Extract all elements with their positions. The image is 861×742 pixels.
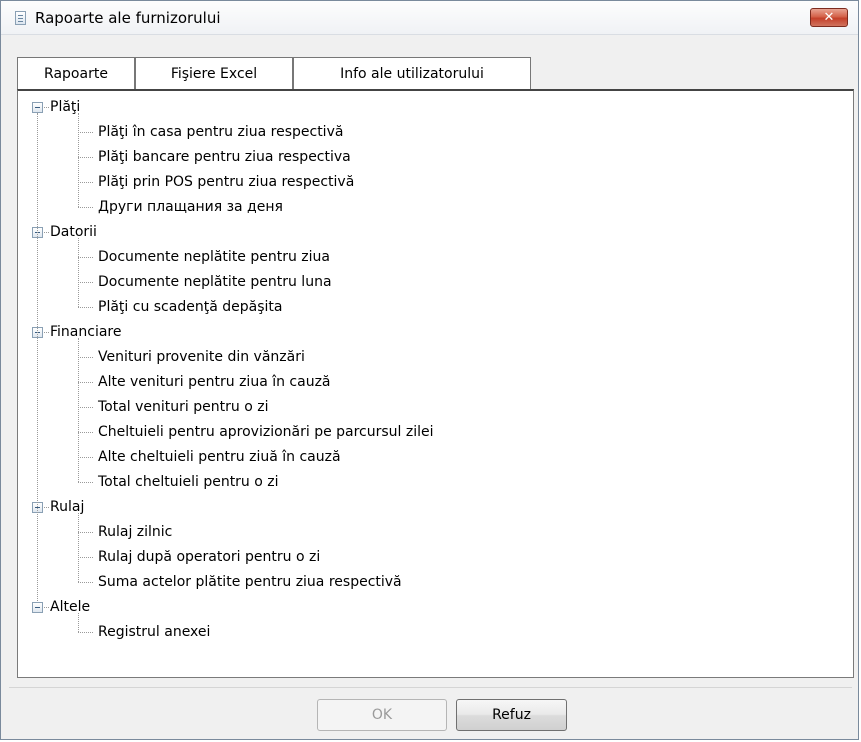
tree-group-datorii[interactable]: Datorii (50, 222, 97, 242)
tree-connector (78, 338, 79, 482)
tree-connector (78, 382, 93, 383)
tree-connector (78, 407, 93, 408)
tree-group-altele[interactable]: Altele (50, 597, 90, 617)
tree-report-item[interactable]: Rulaj după operatori pentru o zi (98, 547, 320, 567)
tree-report-item[interactable]: Documente neplătite pentru ziua (98, 247, 330, 267)
tree-connector (78, 132, 93, 133)
tree-report-item[interactable]: Plăţi bancare pentru ziua respectiva (98, 147, 351, 167)
tree-report-item[interactable]: Други плащания за деня (98, 197, 283, 217)
close-button[interactable]: ✕ (810, 8, 848, 27)
tree-connector (78, 457, 93, 458)
tree-connector (78, 632, 93, 633)
tab-rapoarte[interactable]: Rapoarte (17, 57, 135, 89)
tree-connector (78, 482, 93, 483)
tree-connector (78, 613, 79, 632)
close-icon: ✕ (823, 10, 835, 25)
tree-connector (78, 207, 93, 208)
tree-connector (44, 507, 49, 508)
tab-user-info[interactable]: Info ale utilizatorului (293, 57, 531, 89)
tree-connector (78, 532, 93, 533)
tree-connector (78, 113, 79, 207)
tree-group-financiare[interactable]: Financiare (50, 322, 121, 342)
tree-report-item[interactable]: Venituri provenite din vănzări (98, 347, 305, 367)
title-bar[interactable]: Rapoarte ale furnizorului ✕ (1, 1, 858, 35)
tree-connector (78, 432, 93, 433)
tree-report-item[interactable]: Suma actelor plătite pentru ziua respect… (98, 572, 402, 592)
footer-divider (9, 687, 852, 688)
reports-dialog: Rapoarte ale furnizorului ✕ Rapoarte Fiş… (0, 0, 859, 740)
document-icon (15, 11, 26, 25)
tree-connector (78, 582, 93, 583)
tree-connector (78, 238, 79, 307)
tree-connector (44, 107, 49, 108)
tree-connector (78, 282, 93, 283)
tree-connector (44, 232, 49, 233)
tab-panel-rapoarte: Plăţi Plăţi în casa pentru ziua respectiv… (17, 89, 854, 678)
tab-bar: Rapoarte Fişiere Excel Info ale utilizat… (17, 57, 854, 89)
tree-report-item[interactable]: Documente neplătite pentru luna (98, 272, 332, 292)
tree-connector (44, 332, 49, 333)
reports-tree: Plăţi Plăţi în casa pentru ziua respectiv… (18, 91, 853, 677)
tree-connector (37, 113, 38, 601)
tree-connector (44, 607, 49, 608)
tree-group-rulaj[interactable]: Rulaj (50, 497, 84, 517)
tree-report-item[interactable]: Plăţi în casa pentru ziua respectivă (98, 122, 343, 142)
tree-report-item[interactable]: Total venituri pentru o zi (98, 397, 268, 417)
tree-report-item[interactable]: Alte venituri pentru ziua în cauză (98, 372, 331, 392)
tree-connector (78, 182, 93, 183)
tree-report-item[interactable]: Cheltuieli pentru aprovizionări pe parcu… (98, 422, 434, 442)
tree-connector (78, 307, 93, 308)
window-title: Rapoarte ale furnizorului (35, 9, 221, 27)
tab-excel-files[interactable]: Fişiere Excel (135, 57, 293, 89)
tree-report-item[interactable]: Registrul anexei (98, 622, 210, 642)
collapse-toggle-icon[interactable] (32, 602, 43, 613)
tree-report-item[interactable]: Plăţi cu scadenţă depăşita (98, 297, 282, 317)
tree-group-pl-i[interactable]: Plăţi (50, 97, 80, 117)
tree-report-item[interactable]: Total cheltuieli pentru o zi (98, 472, 279, 492)
tree-connector (78, 557, 93, 558)
tree-report-item[interactable]: Alte cheltuieli pentru ziuă în cauză (98, 447, 341, 467)
tree-report-item[interactable]: Rulaj zilnic (98, 522, 172, 542)
refuz-button[interactable]: Refuz (456, 699, 567, 731)
ok-button[interactable]: OK (317, 699, 447, 731)
tree-report-item[interactable]: Plăţi prin POS pentru ziua respectivă (98, 172, 354, 192)
tree-connector (78, 157, 93, 158)
tree-connector (78, 257, 93, 258)
tree-connector (78, 357, 93, 358)
tree-connector (78, 513, 79, 582)
collapse-toggle-icon[interactable] (32, 102, 43, 113)
